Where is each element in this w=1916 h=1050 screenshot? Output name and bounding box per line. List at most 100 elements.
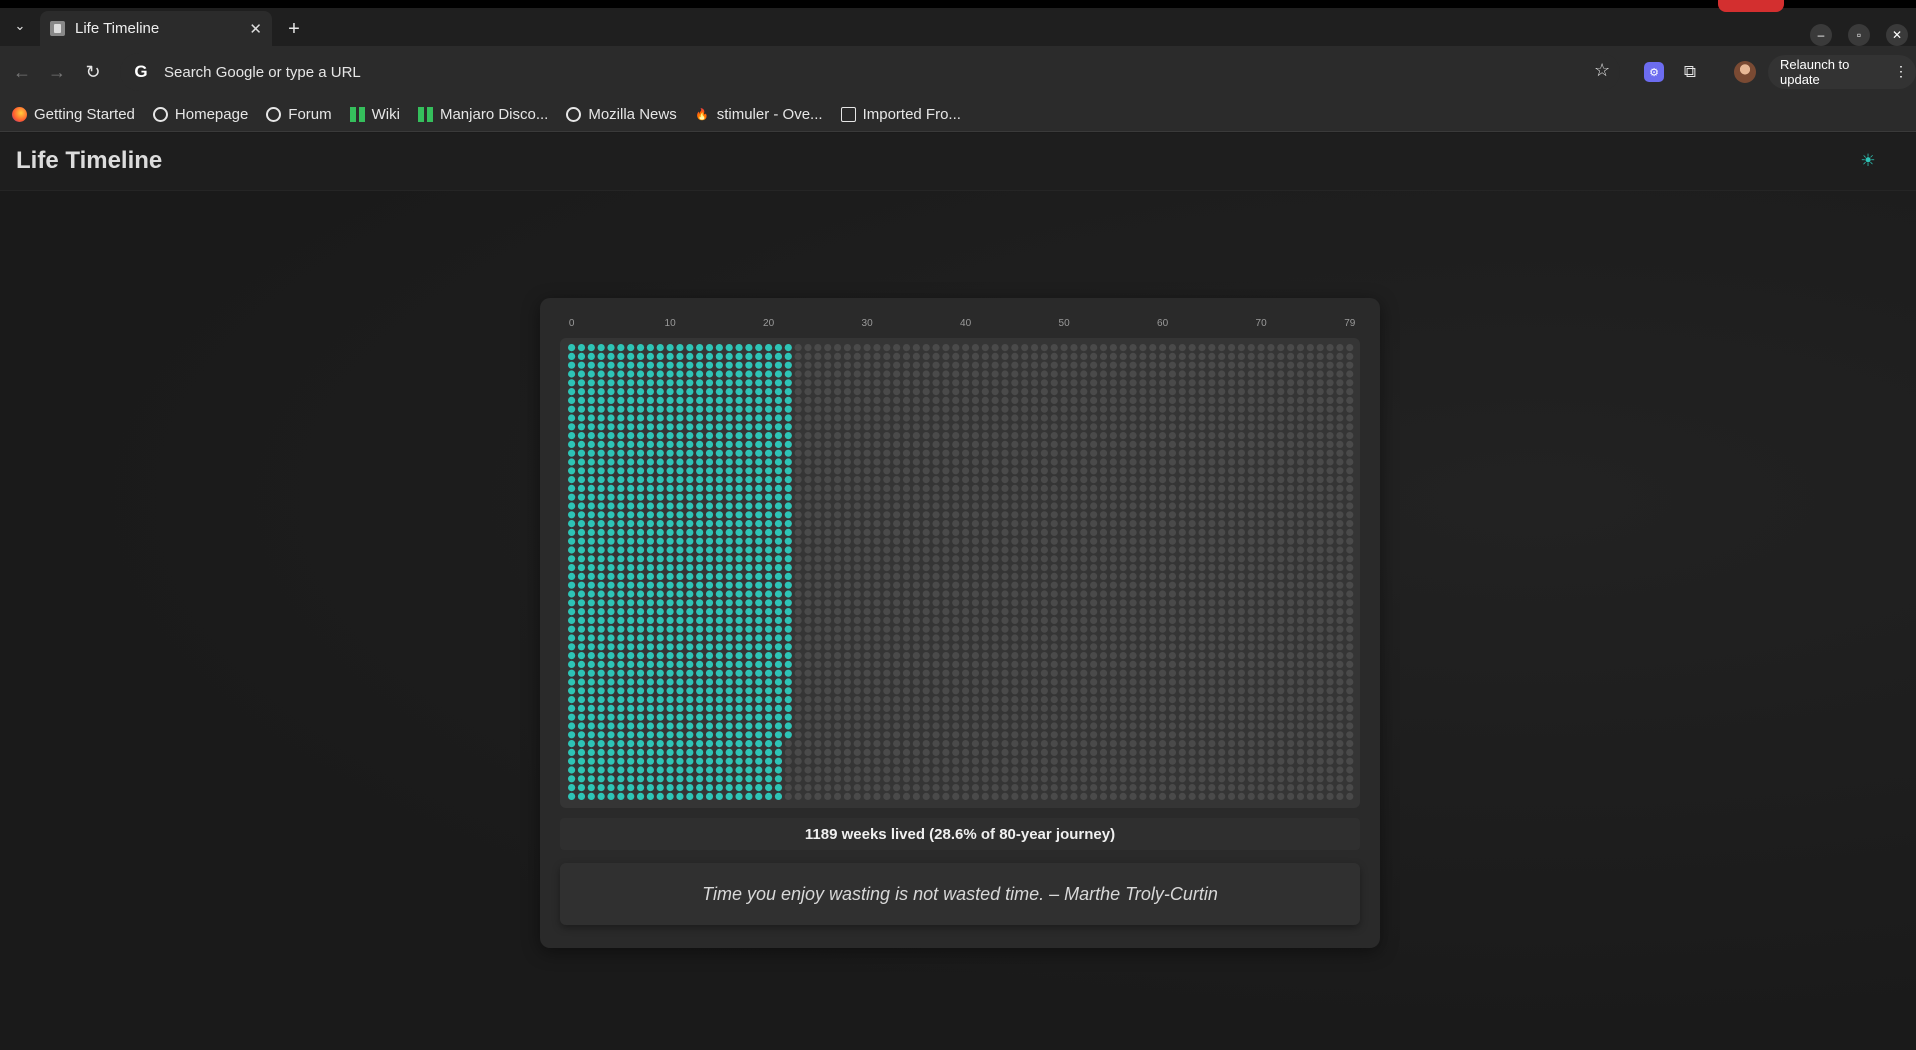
week-dot-remaining [991, 766, 999, 774]
week-dot-remaining [1129, 608, 1137, 616]
week-dot-lived [774, 432, 783, 440]
week-dot-remaining [1139, 581, 1147, 589]
week-dot-remaining [1119, 546, 1127, 554]
week-dot-lived [676, 599, 684, 607]
week-dot-remaining [952, 748, 960, 756]
week-dot-remaining [1336, 379, 1344, 387]
week-dot-remaining [1267, 511, 1275, 519]
bookmark-item[interactable]: Forum [266, 106, 332, 123]
week-dot-remaining [1070, 581, 1078, 589]
forward-arrow-icon[interactable]: → [43, 58, 71, 86]
week-dot-remaining [873, 528, 881, 536]
sun-icon[interactable]: ☀ [1856, 149, 1880, 173]
week-dot-remaining [843, 352, 851, 360]
week-dot-remaining [1188, 361, 1196, 369]
maximize-icon[interactable]: ▫ [1848, 24, 1870, 46]
week-dot-remaining [1080, 564, 1088, 572]
bookmark-item[interactable]: Getting Started [12, 106, 135, 123]
week-dot-lived [696, 564, 704, 572]
week-dot-lived [617, 476, 625, 484]
week-dot-remaining [1267, 476, 1275, 484]
week-dot-remaining [1277, 660, 1285, 668]
week-dot-remaining [1316, 775, 1324, 783]
week-dot-lived [765, 599, 773, 607]
week-dot-remaining [902, 608, 911, 616]
week-dot-remaining [893, 379, 901, 387]
more-menu-icon[interactable]: ⋮ [1894, 63, 1908, 80]
week-dot-remaining [833, 669, 842, 677]
week-dot-remaining [883, 669, 891, 677]
week-dot-remaining [1267, 528, 1275, 536]
profile-avatar[interactable] [1734, 61, 1756, 83]
week-dot-lived [696, 669, 704, 677]
week-dot-remaining [1296, 713, 1305, 721]
bookmark-item[interactable]: Imported Fro... [840, 106, 961, 123]
week-dot-remaining [1237, 625, 1245, 633]
year-axis: 0 10 20 30 40 50 60 70 79 [540, 318, 1380, 332]
bookmark-item[interactable]: Homepage [152, 106, 248, 123]
week-dot-remaining [1277, 467, 1285, 475]
week-dot-remaining [1247, 652, 1255, 660]
week-dot-lived [715, 440, 723, 448]
week-dot-remaining [873, 740, 881, 748]
week-dot-remaining [1070, 652, 1078, 660]
week-dot-remaining [1001, 792, 1009, 800]
week-dot-remaining [1149, 660, 1157, 668]
bookmark-item[interactable]: Wiki [349, 106, 400, 123]
week-dot-lived [646, 678, 654, 686]
new-tab-plus-icon[interactable]: + [282, 17, 306, 41]
week-dot-remaining [1218, 704, 1226, 712]
extensions-puzzle-icon[interactable]: ⧉ [1680, 62, 1700, 82]
week-dot-remaining [863, 493, 871, 501]
close-window-icon[interactable]: ✕ [1886, 24, 1908, 46]
week-dot-remaining [1060, 546, 1068, 554]
week-dot-lived [627, 528, 635, 536]
week-dot-remaining [952, 458, 960, 466]
tab-search-chevron-icon[interactable]: ⌄ [8, 14, 32, 38]
extension-icon[interactable]: ⚙ [1644, 62, 1664, 82]
week-dot-remaining [1119, 687, 1127, 695]
week-dot-lived [666, 511, 674, 519]
bookmark-item[interactable]: Mozilla News [566, 106, 677, 123]
omnibox-input[interactable] [164, 63, 1464, 81]
week-dot-remaining [1247, 748, 1255, 756]
week-dot-remaining [814, 775, 822, 783]
week-dot-remaining [1139, 537, 1147, 545]
week-dot-remaining [843, 625, 851, 633]
week-dot-lived [705, 528, 714, 536]
browser-tab[interactable]: Life Timeline ✕ [40, 11, 272, 46]
week-dot-remaining [1040, 590, 1048, 598]
week-dot-remaining [824, 634, 832, 642]
relaunch-to-update-button[interactable]: Relaunch to update ⋮ [1768, 55, 1916, 89]
week-dot-remaining [1090, 423, 1098, 431]
page-title: Life Timeline [16, 147, 163, 174]
week-dot-remaining [1336, 484, 1344, 492]
week-dot-remaining [1247, 484, 1255, 492]
week-dot-remaining [814, 722, 822, 730]
week-dot-remaining [952, 766, 960, 774]
week-dot-lived [568, 634, 576, 642]
bookmark-item[interactable]: Manjaro Disco... [417, 106, 548, 123]
week-dot-lived [656, 678, 664, 686]
bookmark-item[interactable]: 🔥 stimuler - Ove... [695, 106, 822, 123]
week-dot-remaining [1336, 616, 1344, 624]
week-dot-lived [696, 414, 704, 422]
week-dot-remaining [912, 520, 920, 528]
week-dot-remaining [1247, 590, 1255, 598]
address-bar[interactable]: G [120, 53, 1620, 91]
week-dot-lived [745, 423, 753, 431]
minimize-icon[interactable]: – [1810, 24, 1832, 46]
back-arrow-icon[interactable]: ← [8, 58, 36, 86]
week-dot-remaining [1080, 687, 1088, 695]
tab-close-icon[interactable]: ✕ [249, 20, 262, 38]
week-dot-remaining [1316, 484, 1324, 492]
week-dot-remaining [1168, 643, 1177, 651]
reload-icon[interactable]: ↻ [79, 58, 107, 86]
week-dot-remaining [853, 511, 861, 519]
week-dot-lived [666, 625, 674, 633]
bookmark-star-icon[interactable]: ☆ [1594, 60, 1610, 81]
week-dot-remaining [1080, 652, 1088, 660]
week-dot-remaining [971, 379, 980, 387]
week-dot-remaining [814, 432, 822, 440]
week-dot-remaining [1198, 634, 1206, 642]
